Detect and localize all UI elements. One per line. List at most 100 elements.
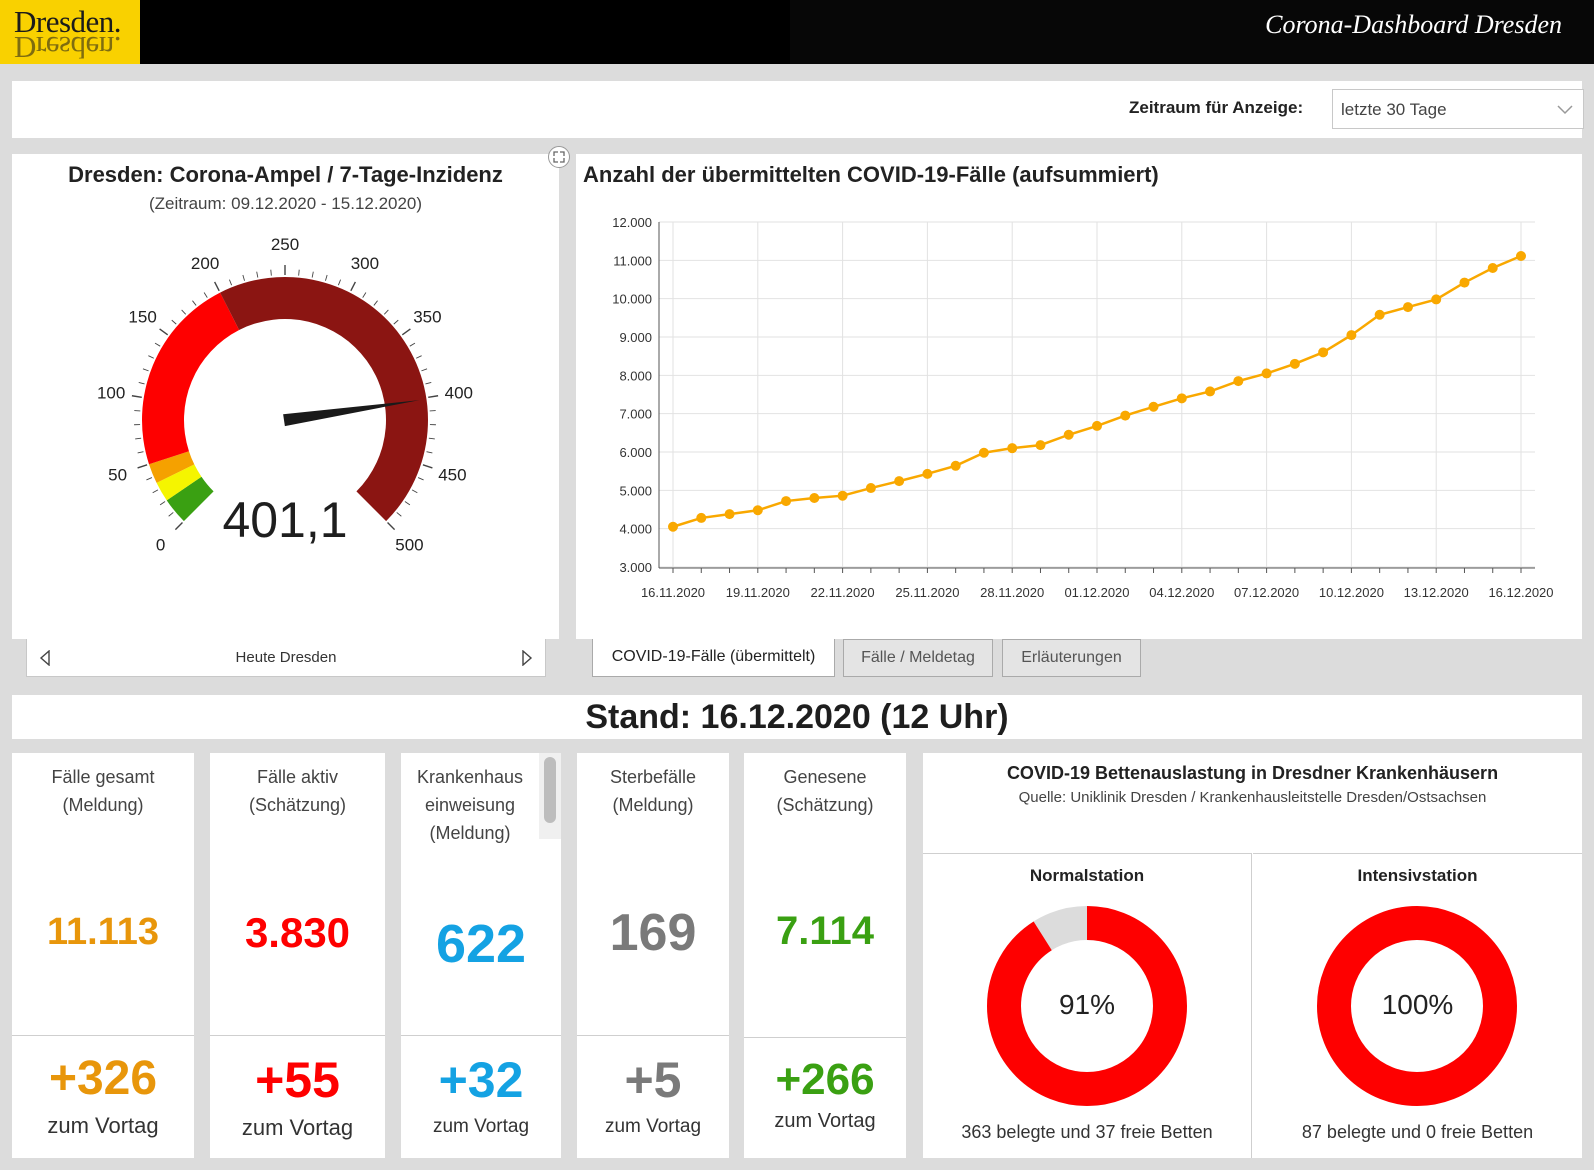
gauge-tick (325, 274, 328, 281)
gauge-tick (311, 271, 314, 278)
x-tick-label: 19.11.2020 (726, 585, 790, 600)
cases-line-chart: 3.000 4.000 5.000 6.000 7.000 8.000 9.000 10.00… (612, 215, 1553, 600)
divider (744, 1037, 906, 1038)
next-arrow-icon[interactable] (521, 650, 533, 666)
gauge-tick (171, 319, 177, 325)
kpi-label: Genesene (Schätzung) (776, 767, 874, 815)
gauge-tick-label: 300 (351, 254, 379, 273)
gauge-nav-label: Heute Dresden (235, 649, 337, 666)
kpi-delta-label: zum Vortag (47, 1113, 159, 1138)
gauge-tick-label: 500 (395, 535, 423, 554)
kpi-delta: +326 (48, 1052, 158, 1105)
data-point (724, 509, 735, 520)
x-tick-label: 10.12.2020 (1319, 585, 1384, 600)
gauge-tick (137, 451, 144, 454)
data-point (837, 490, 848, 501)
kpi-total-cases: Fälle gesamt (Meldung) 11.113 +326 zum Vo… (12, 753, 194, 1158)
kpi-value: 11.113 (46, 911, 160, 953)
data-point (1261, 368, 1272, 379)
data-point (1035, 440, 1046, 451)
gauge-tick-label: 250 (271, 235, 299, 254)
gauge-tick (159, 328, 169, 336)
gauge-value: 401,1 (222, 492, 347, 548)
icu-beds: 87 belegte und 0 freie Betten (1301, 1122, 1534, 1142)
data-point (781, 496, 792, 507)
gauge-tick (396, 512, 402, 517)
kpi-delta: +32 (438, 1052, 524, 1108)
gauge-tick (422, 464, 433, 469)
data-point (922, 468, 933, 479)
gauge-tick (181, 309, 187, 315)
y-tick-label: 6.000 (619, 445, 652, 460)
gauge-tick (387, 522, 396, 531)
kpi-delta: +5 (624, 1052, 682, 1108)
gauge-tick (203, 292, 208, 298)
status-bar: Stand: 16.12.2020 (12 Uhr) (12, 695, 1582, 739)
kpi-delta-label: zum Vortag (774, 1110, 876, 1132)
gauge-tick (373, 300, 378, 306)
gauge-tick (428, 395, 439, 399)
x-tick-label: 25.11.2020 (895, 585, 959, 600)
gauge-tick (148, 355, 154, 359)
y-tick-label: 3.000 (619, 560, 652, 575)
kpi-label: Fälle aktiv (Schätzung) (248, 767, 347, 815)
logo-reflection: Dresden. (14, 30, 122, 64)
kpi-label: Fälle gesamt (Meldung) (51, 767, 155, 815)
data-point (1205, 386, 1216, 397)
scrollbar-track[interactable] (539, 753, 561, 839)
divider (210, 1035, 385, 1036)
scrollbar-thumb[interactable] (544, 757, 556, 823)
filter-bar: Zeitraum für Anzeige: letzte 30 Tage (12, 81, 1584, 138)
gauge-tick (337, 279, 342, 286)
data-point (950, 460, 961, 471)
data-point (1459, 277, 1470, 288)
x-tick-label: 16.11.2020 (641, 585, 705, 600)
data-point (696, 512, 707, 523)
y-tick-label: 5.000 (619, 483, 652, 498)
x-tick-label: 04.12.2020 (1149, 585, 1214, 600)
icu-percent: 100% (1381, 989, 1454, 1020)
kpi-label: Krankenhaus einweisung (Meldung) (416, 767, 524, 843)
expand-icon[interactable] (548, 146, 570, 168)
gauge-tick (154, 342, 161, 347)
gauge-tick-label: 450 (438, 465, 466, 484)
incidence-gauge: 0 50 100 150 200 250 300 350 400 450 500 401,1 (97, 235, 473, 554)
data-point (1233, 376, 1244, 387)
period-select[interactable]: letzte 30 Tage (1332, 89, 1584, 129)
y-tick-label: 10.000 (612, 292, 652, 307)
gauge-tick (256, 271, 259, 278)
data-point (1318, 347, 1329, 358)
y-tick-label: 7.000 (619, 407, 652, 422)
gauge-tick (142, 368, 149, 372)
kpi-delta-label: zum Vortag (604, 1116, 702, 1137)
data-point (1120, 410, 1131, 421)
gauge-tick (411, 489, 418, 494)
gauge-tick-label: 350 (413, 308, 441, 327)
gauge-tick-label: 100 (97, 383, 125, 402)
gauge-tick (192, 300, 197, 306)
gauge-tick (417, 477, 424, 481)
bed-occupancy-card: COVID-19 Bettenauslastung in Dresdner Kr… (923, 753, 1582, 1158)
incidence-gauge-card: Dresden: Corona-Ampel / 7-Tage-Inzidenz … (12, 154, 559, 639)
tab-cases-per-day[interactable]: Fälle / Meldetag (843, 639, 993, 677)
gauge-tick (362, 292, 367, 298)
dresden-logo[interactable]: Dresden. Dresden. (0, 0, 140, 64)
data-point (1516, 251, 1526, 262)
tab-explanations[interactable]: Erläuterungen (1002, 639, 1141, 677)
gauge-tick-label: 400 (445, 383, 473, 402)
chevron-down-icon (1557, 105, 1573, 115)
gauge-tick (409, 342, 416, 347)
gauge-tick (421, 368, 428, 372)
data-point (668, 521, 678, 532)
gauge-tick (404, 501, 411, 506)
kpi-value: 7.114 (776, 909, 874, 953)
tab-cases-reported[interactable]: COVID-19-Fälle (übermittelt) (592, 639, 835, 677)
gauge-tick (401, 328, 411, 336)
normal-ward-title: Normalstation (1029, 866, 1145, 885)
normal-ward-panel: Normalstation 91% 363 belegte und 37 fre… (923, 853, 1252, 1158)
beds-title: COVID-19 Bettenauslastung in Dresdner Kr… (1006, 763, 1499, 783)
gauge-tick-label: 0 (156, 535, 165, 554)
x-tick-label: 01.12.2020 (1064, 585, 1129, 600)
data-point (1092, 420, 1102, 431)
x-tick-label: 16.12.2020 (1488, 585, 1553, 600)
